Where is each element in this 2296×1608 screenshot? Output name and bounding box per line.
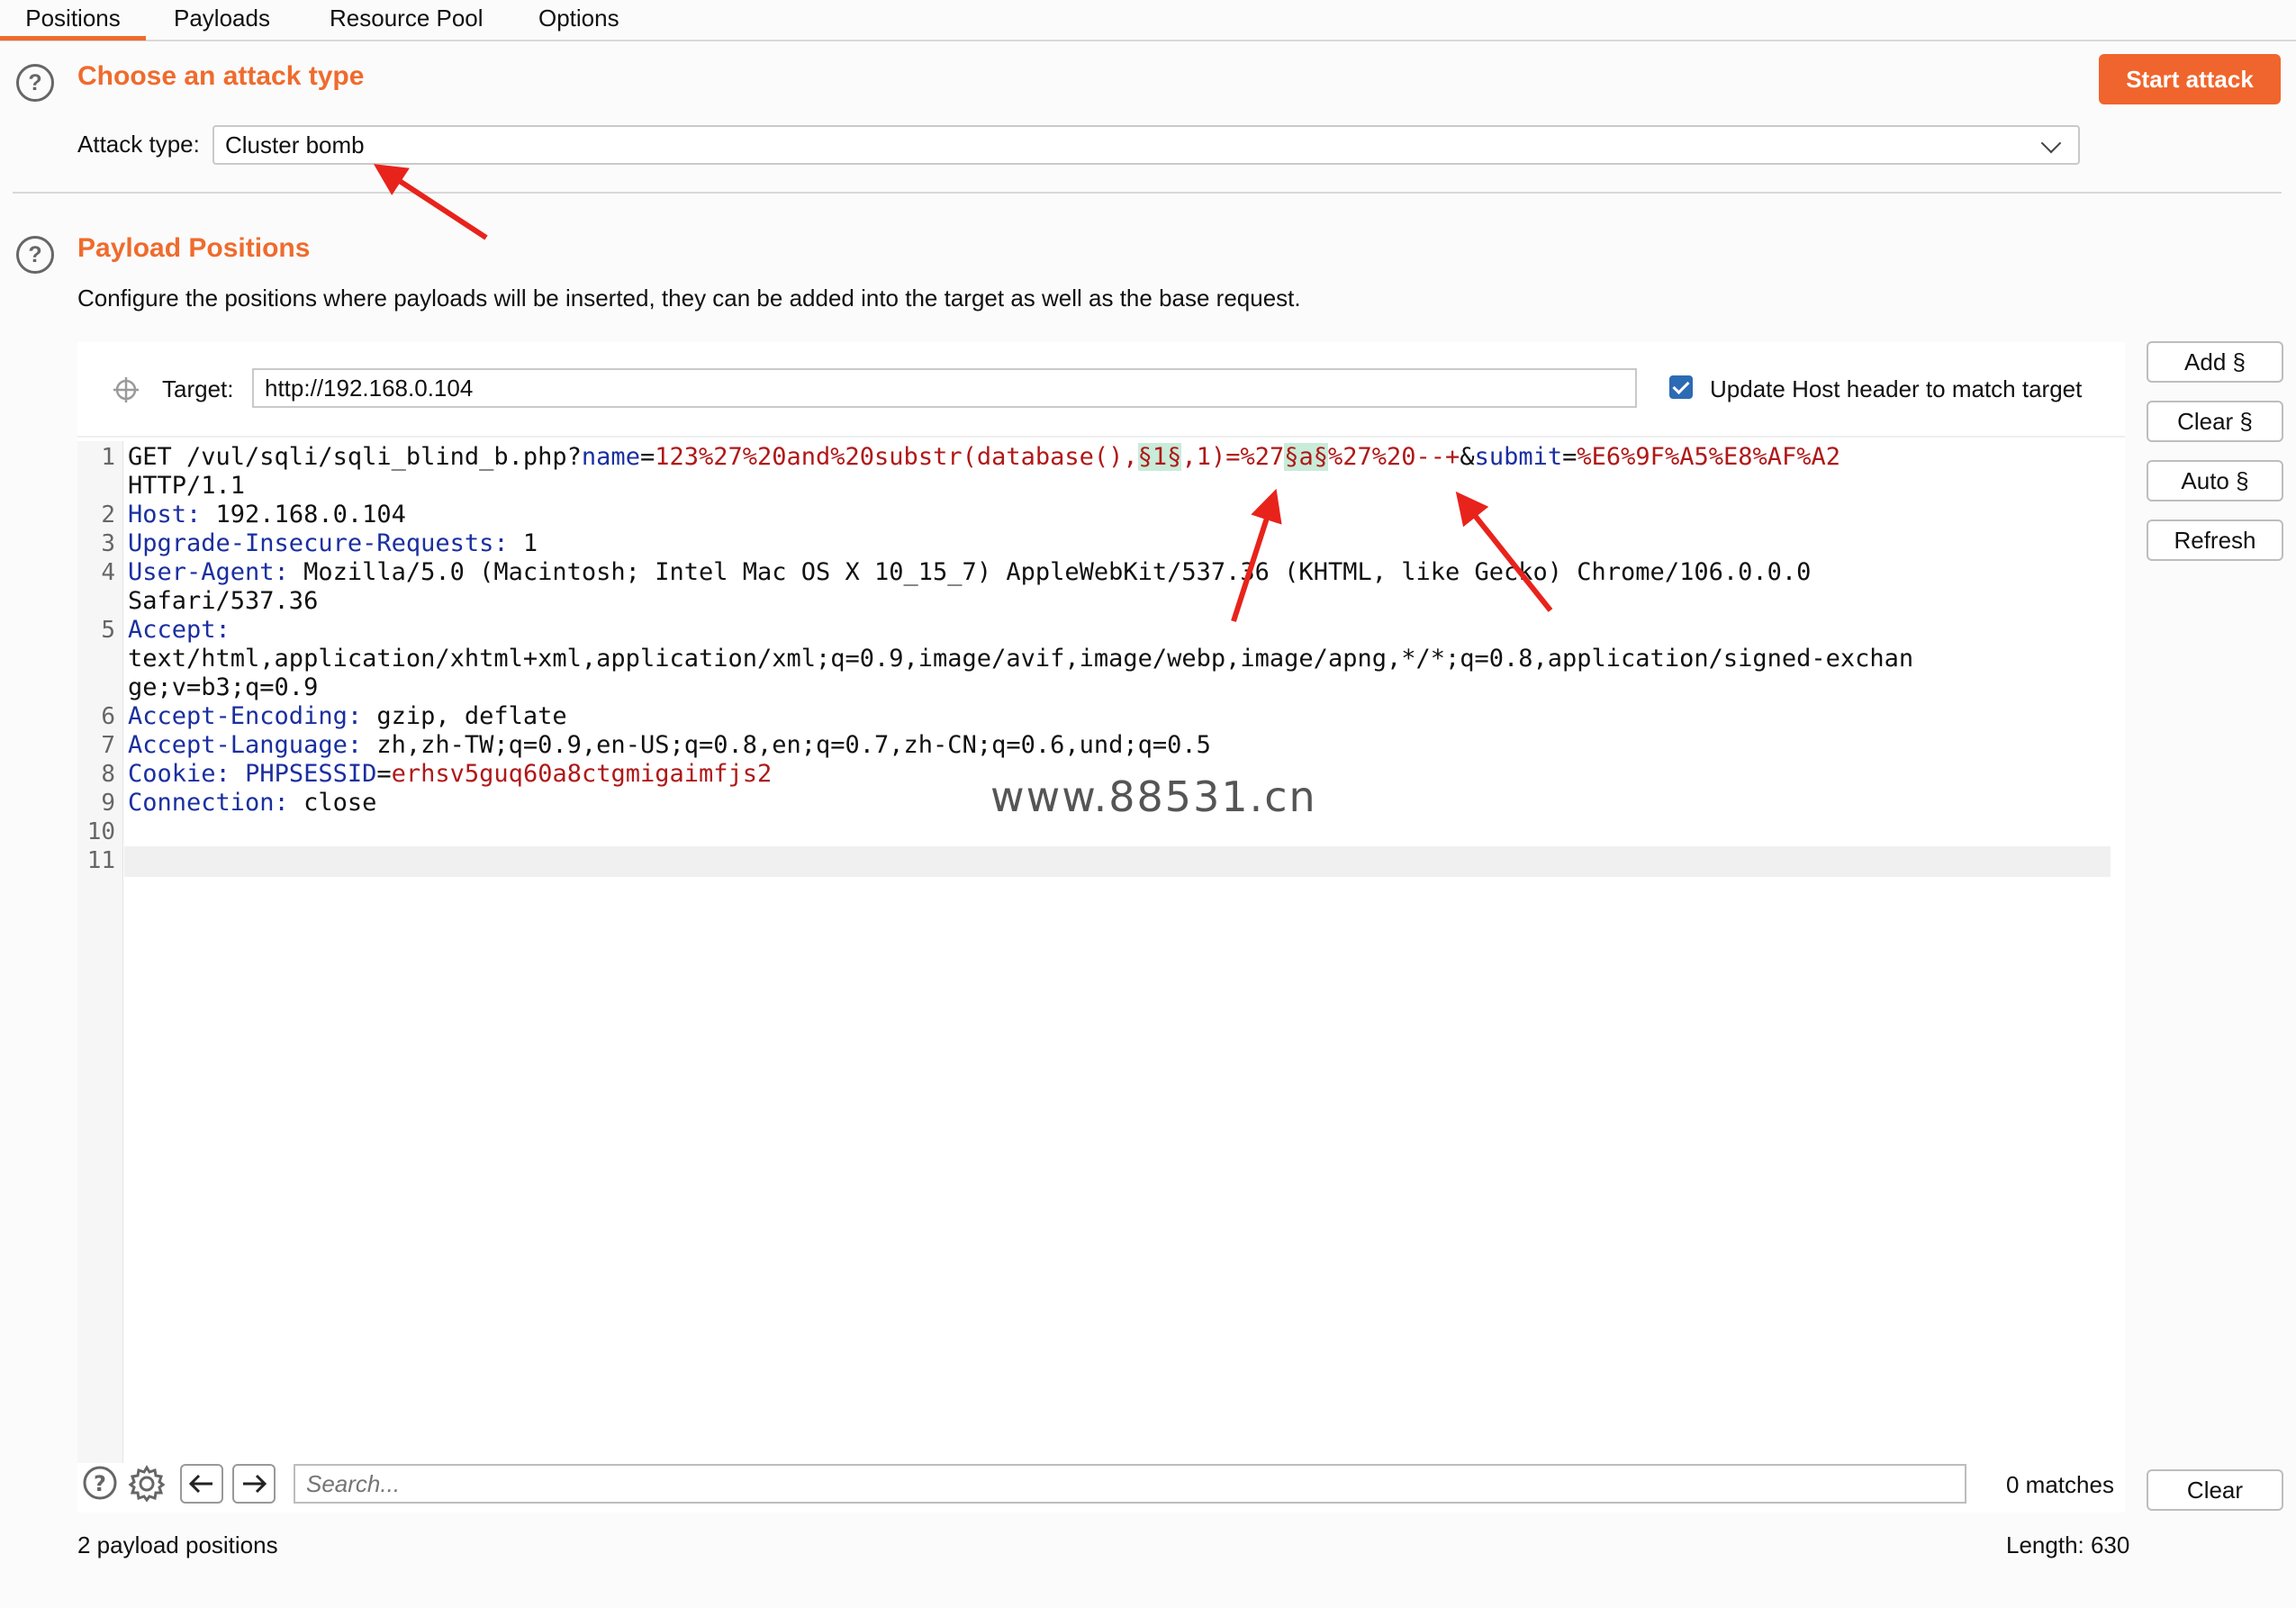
- param-value: ,1)=%27: [1181, 443, 1285, 471]
- line-number: 2: [101, 501, 115, 528]
- line-number: 6: [101, 703, 115, 730]
- attack-type-label: Attack type:: [77, 131, 200, 158]
- auto-markers-button[interactable]: Auto §: [2147, 460, 2283, 501]
- line-number: 8: [101, 761, 115, 788]
- start-attack-button[interactable]: Start attack: [2099, 54, 2281, 104]
- request-line: GET /vul/sqli/sqli_blind_b.php?name=123%…: [128, 443, 1840, 472]
- param-value: %27%20--+: [1328, 443, 1460, 471]
- request-method-path: GET /vul/sqli/sqli_blind_b.php?: [128, 443, 582, 471]
- param-name: submit: [1474, 443, 1563, 471]
- line-number: 9: [101, 790, 115, 817]
- line-number-gutter: [77, 441, 123, 1463]
- header-value: 192.168.0.104: [201, 501, 406, 528]
- search-matches-count: 0 matches: [2006, 1471, 2114, 1498]
- param-eq: =: [639, 443, 655, 471]
- param-value: %E6%9F%A5%E8%AF%A2: [1577, 443, 1841, 471]
- header-value: zh,zh-TW;q=0.9,en-US;q=0.8,en;q=0.7,zh-C…: [362, 731, 1211, 759]
- header-accept-value: text/html,application/xhtml+xml,applicat…: [128, 645, 1914, 673]
- request-line-cont: HTTP/1.1: [128, 472, 246, 500]
- target-label: Target:: [162, 375, 234, 402]
- header-key: Accept-Language:: [128, 731, 363, 759]
- attack-type-value: Cluster bomb: [225, 131, 365, 158]
- header-cookie: Cookie: PHPSESSID=erhsv5guq60a8ctgmigaim…: [128, 760, 772, 789]
- add-marker-button[interactable]: Add §: [2147, 341, 2283, 383]
- header-connection: Connection: close: [128, 789, 376, 818]
- header-accept-language: Accept-Language: zh,zh-TW;q=0.9,en-US;q=…: [128, 731, 1211, 760]
- param-name: name: [581, 443, 640, 471]
- header-key: Accept-Encoding:: [128, 702, 363, 730]
- payload-positions-title: Payload Positions: [77, 233, 311, 263]
- line-number: 11: [86, 847, 115, 874]
- search-clear-button[interactable]: Clear: [2147, 1469, 2283, 1511]
- chevron-down-icon: [2040, 132, 2062, 154]
- header-value: gzip, deflate: [362, 702, 567, 730]
- target-input[interactable]: http://192.168.0.104: [252, 368, 1637, 408]
- param-eq: =: [1562, 443, 1577, 471]
- header-key: Host:: [128, 501, 202, 528]
- tab-bar: Positions Payloads Resource Pool Options: [0, 0, 2296, 41]
- header-user-agent-cont: Safari/537.36: [128, 587, 319, 615]
- param-separator: &: [1460, 443, 1475, 471]
- request-length: Length: 630: [2006, 1531, 2130, 1558]
- line-number: 7: [101, 732, 115, 759]
- header-value: 1: [508, 529, 538, 557]
- header-host: Host: 192.168.0.104: [128, 501, 406, 529]
- line-number: 3: [101, 530, 115, 557]
- update-host-checkbox[interactable]: [1669, 375, 1693, 399]
- header-key: Cookie:: [128, 760, 231, 788]
- header-key: Connection:: [128, 789, 289, 817]
- arrow-annotation: [373, 164, 488, 240]
- tab-resource-pool[interactable]: Resource Pool: [330, 0, 484, 36]
- cookie-eq: =: [376, 760, 392, 788]
- header-key: User-Agent:: [128, 558, 289, 586]
- tab-positions[interactable]: Positions: [0, 0, 146, 41]
- header-accept-encoding: Accept-Encoding: gzip, deflate: [128, 702, 567, 731]
- line-number: 5: [101, 617, 115, 644]
- header-key: Accept:: [128, 616, 231, 644]
- attack-type-select[interactable]: Cluster bomb: [212, 125, 2080, 165]
- header-key: Upgrade-Insecure-Requests:: [128, 529, 509, 557]
- search-next-button[interactable]: [232, 1464, 276, 1504]
- cookie-name: PHPSESSID: [245, 760, 377, 788]
- attack-type-title: Choose an attack type: [77, 61, 365, 91]
- section-divider: [13, 192, 2282, 194]
- header-user-agent: User-Agent: Mozilla/5.0 (Macintosh; Inte…: [128, 558, 1811, 587]
- watermark-text: www.88531.cn: [990, 772, 1317, 821]
- line-number: 10: [86, 818, 115, 845]
- header-upgrade: Upgrade-Insecure-Requests: 1: [128, 529, 538, 558]
- header-accept: Accept:: [128, 616, 231, 645]
- payload-positions-count: 2 payload positions: [77, 1531, 278, 1558]
- line-number: 4: [101, 559, 115, 586]
- payload-marker-2: §a§: [1284, 443, 1329, 471]
- svg-text:?: ?: [94, 1471, 106, 1496]
- update-host-label: Update Host header to match target: [1710, 375, 2083, 402]
- header-value: Mozilla/5.0 (Macintosh; Intel Mac OS X 1…: [288, 558, 1812, 586]
- header-value: close: [288, 789, 377, 817]
- tab-payloads[interactable]: Payloads: [174, 0, 270, 36]
- arrow-right-icon: [243, 1474, 267, 1494]
- payload-positions-description: Configure the positions where payloads w…: [77, 285, 1301, 312]
- search-input[interactable]: [294, 1464, 1966, 1504]
- cookie-value: erhsv5guq60a8ctgmigaimfjs2: [391, 760, 773, 788]
- editor-divider: [77, 436, 2125, 438]
- payload-marker-1: §1§: [1137, 443, 1182, 471]
- payload-positions-help-icon[interactable]: ?: [16, 236, 54, 274]
- header-accept-cont: ge;v=b3;q=0.9: [128, 673, 319, 701]
- param-value: 123%27%20and%20substr(database(),: [655, 443, 1138, 471]
- arrow-left-icon: [188, 1474, 212, 1494]
- tab-options[interactable]: Options: [538, 0, 619, 36]
- attack-type-help-icon[interactable]: ?: [16, 64, 54, 102]
- refresh-button[interactable]: Refresh: [2147, 519, 2283, 561]
- search-help-icon[interactable]: ?: [82, 1465, 118, 1501]
- search-previous-button[interactable]: [180, 1464, 223, 1504]
- line-number: 1: [101, 444, 115, 471]
- current-line-highlight: [124, 846, 2111, 877]
- crosshair-icon: [113, 377, 139, 402]
- clear-markers-button[interactable]: Clear §: [2147, 401, 2283, 442]
- gear-icon[interactable]: [128, 1465, 166, 1503]
